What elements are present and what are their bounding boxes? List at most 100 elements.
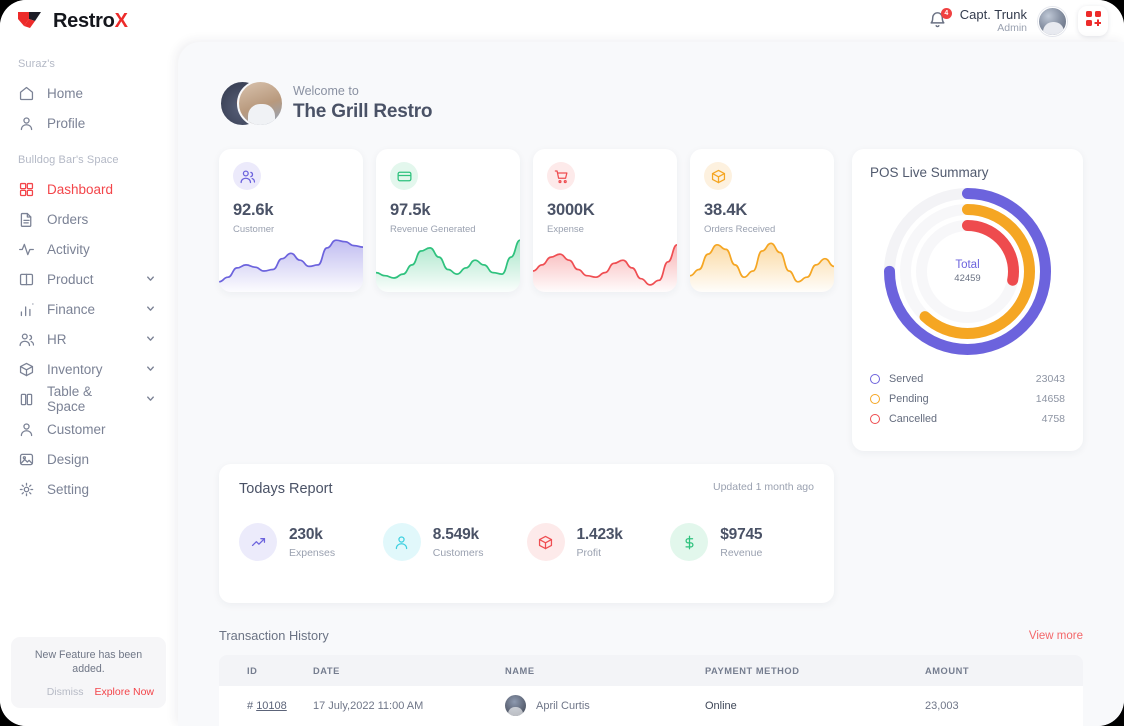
cell-name: April Curtis — [505, 695, 705, 717]
legend-value: 4758 — [1041, 413, 1065, 425]
sidebar-item-home[interactable]: Home — [0, 78, 178, 108]
notifications-button[interactable]: 4 — [927, 8, 952, 33]
logo[interactable]: RestroX — [0, 10, 128, 33]
id-prefix: # — [247, 699, 254, 712]
report-metric-value: 1.423k — [576, 525, 623, 543]
transaction-table: ID DATE NAME PAYMENT METHOD AMOUNT # 101… — [219, 655, 1083, 726]
new-feature-card: New Feature has been added. Dismiss Expl… — [11, 637, 166, 708]
pulse-icon — [18, 241, 35, 258]
legend-label: Pending — [889, 393, 929, 405]
legend-item-served: Served 23043 — [870, 369, 1065, 389]
sidebar-item-product[interactable]: Product — [0, 264, 178, 294]
stats-row: 92.6k Customer 97.5k Revenue Generated 3… — [219, 149, 1083, 451]
sidebar-item-label: Setting — [47, 481, 90, 497]
report-metric-label: Expenses — [289, 546, 336, 559]
report-metric-label: Customers — [432, 546, 484, 559]
chevron-down-icon[interactable] — [145, 302, 156, 317]
stat-card-revenue-generated: 97.5k Revenue Generated — [376, 149, 520, 292]
user-info[interactable]: Capt. Trunk Admin — [959, 6, 1027, 35]
explore-now-button[interactable]: Explore Now — [94, 686, 154, 698]
legend-label: Cancelled — [889, 413, 938, 425]
column-header-amount: AMOUNT — [925, 665, 970, 676]
chevron-down-icon[interactable] — [145, 332, 156, 347]
transaction-history-title: Transaction History — [219, 628, 329, 643]
box-icon — [704, 162, 732, 190]
sidebar-item-label: Activity — [47, 241, 90, 257]
user-icon — [18, 115, 35, 132]
legend-item-cancelled: Cancelled 4758 — [870, 409, 1065, 429]
view-more-link[interactable]: View more — [1029, 630, 1083, 642]
sidebar-item-label: Dashboard — [47, 181, 114, 197]
bar-chart-icon — [18, 301, 35, 318]
report-metric-customers: 8.549k Customers — [382, 523, 527, 561]
stat-value: 92.6k — [233, 201, 274, 219]
top-bar: RestroX 4 Capt. Trunk Admin — [0, 0, 1124, 42]
legend-color-dot — [870, 374, 880, 384]
table-header-row: ID DATE NAME PAYMENT METHOD AMOUNT — [219, 655, 1083, 686]
sidebar-item-design[interactable]: Design — [0, 444, 178, 474]
sidebar-item-label: Profile — [47, 115, 86, 131]
main-content: Welcome to The Grill Restro 92.6k Custom… — [178, 42, 1124, 726]
document-icon — [18, 211, 35, 228]
sidebar-item-label: Finance — [47, 301, 96, 317]
cell-id[interactable]: # 10108 — [219, 700, 313, 712]
column-header-date: DATE — [313, 665, 340, 676]
gear-icon — [18, 481, 35, 498]
legend-item-pending: Pending 14658 — [870, 389, 1065, 409]
notification-badge: 4 — [940, 8, 952, 19]
sidebar-item-dashboard[interactable]: Dashboard — [0, 174, 178, 204]
owner-avatar — [237, 80, 284, 127]
user-icon — [382, 523, 421, 561]
sidebar-item-inventory[interactable]: Inventory — [0, 354, 178, 384]
sidebar-item-orders[interactable]: Orders — [0, 204, 178, 234]
sidebar-item-setting[interactable]: Setting — [0, 474, 178, 504]
book-icon — [18, 271, 35, 288]
apps-grid-button[interactable] — [1078, 6, 1108, 36]
report-metric-expenses: 230k Expenses — [239, 523, 383, 561]
sidebar-item-label: Orders — [47, 211, 89, 227]
chevron-down-icon[interactable] — [145, 272, 156, 287]
column-header-id: ID — [247, 665, 258, 676]
row-avatar — [505, 695, 526, 717]
stat-card-customer: 92.6k Customer — [219, 149, 363, 292]
header-actions: 4 Capt. Trunk Admin — [927, 6, 1124, 36]
sparkline-chart — [376, 234, 520, 292]
chevron-down-icon[interactable] — [145, 362, 156, 377]
legend-value: 14658 — [1035, 393, 1065, 405]
avatar[interactable] — [1038, 6, 1067, 36]
sidebar-item-hr[interactable]: HR — [0, 324, 178, 354]
report-metric-value: $9745 — [720, 525, 763, 543]
report-updated-label: Updated 1 month ago — [713, 481, 814, 493]
table-row[interactable]: # 10108 17 July,2022 11:00 AM April Curt… — [219, 686, 1083, 726]
new-feature-actions: Dismiss Explore Now — [23, 686, 154, 698]
pos-donut-chart: Total 42459 — [870, 184, 1065, 359]
grid-apps-icon — [1085, 11, 1102, 31]
user-name: Capt. Trunk — [959, 6, 1027, 22]
trending-up-icon — [239, 523, 277, 561]
users-icon — [233, 162, 261, 190]
report-metric-value: 230k — [289, 525, 323, 543]
pos-live-summary-card: POS Live Summary Total 42459 Served 2304… — [852, 149, 1083, 451]
cell-amount: 23,003 — [925, 699, 959, 712]
sidebar-item-customer[interactable]: Customer — [0, 414, 178, 444]
app-window: RestroX 4 Capt. Trunk Admin Suraz's Home… — [0, 0, 1124, 726]
stat-value: 97.5k — [390, 201, 431, 219]
sidebar-item-finance[interactable]: Finance — [0, 294, 178, 324]
sidebar-group-label-1: Suraz's — [18, 58, 56, 70]
sidebar-item-profile[interactable]: Profile — [0, 108, 178, 138]
chevron-down-icon[interactable] — [145, 392, 156, 407]
dismiss-button[interactable]: Dismiss — [47, 686, 84, 698]
sidebar-item-label: Product — [47, 271, 94, 287]
sidebar-item-table-space[interactable]: Table & Space — [0, 384, 178, 414]
sidebar-item-activity[interactable]: Activity — [0, 234, 178, 264]
welcome-banner: Welcome to The Grill Restro — [219, 42, 1083, 127]
users-icon — [18, 331, 35, 348]
report-metric-value: 8.549k — [432, 525, 479, 543]
card-icon — [390, 162, 418, 190]
report-metric-label: Profit — [576, 546, 602, 559]
report-metric-profit: 1.423k Profit — [526, 523, 671, 561]
restaurant-avatars — [219, 80, 284, 127]
sidebar-item-label: Table & Space — [47, 384, 93, 414]
column-header-payment: PAYMENT METHOD — [705, 665, 800, 676]
id-value: 10108 — [256, 699, 287, 712]
